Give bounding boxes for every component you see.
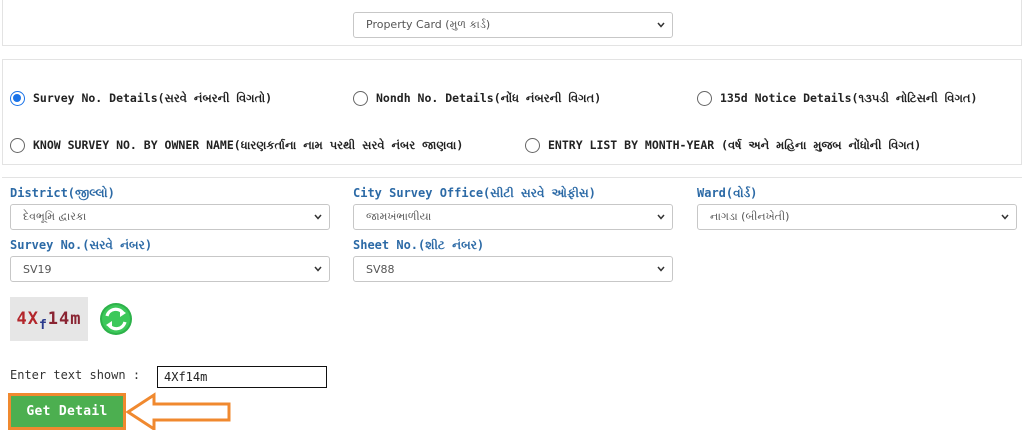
radio-nondh-details-label: Nondh No. Details(નોંધ નંબરની વિગત) xyxy=(376,91,602,105)
radio-135d-notice-label: 135d Notice Details(૧૩૫ડી નોટિસની વિગત) xyxy=(720,91,978,105)
sheet-no-select[interactable]: SV88 xyxy=(353,256,673,282)
city-survey-office-label: City Survey Office(સીટી સરવે ઓફીસ) xyxy=(353,186,596,200)
chevron-down-icon xyxy=(314,214,322,221)
radio-135d-notice[interactable]: 135d Notice Details(૧૩૫ડી નોટિસની વિગત) xyxy=(697,91,977,106)
get-detail-button[interactable]: Get Detail xyxy=(11,396,123,427)
radio-button[interactable] xyxy=(353,91,368,106)
chevron-down-icon xyxy=(314,266,322,273)
sheet-no-label: Sheet No.(શીટ નંબર) xyxy=(353,238,485,252)
district-select[interactable]: દેવભૂમિ દ્વારકા xyxy=(10,204,330,230)
radio-button[interactable] xyxy=(697,91,712,106)
captcha-text-part: 4X xyxy=(16,309,39,329)
ward-value: નાગડા (બીનખેતી) xyxy=(710,210,790,223)
radio-owner-name[interactable]: KNOW SURVEY NO. BY OWNER NAME(ધારણકર્તાન… xyxy=(10,138,463,153)
chevron-down-icon xyxy=(657,266,665,273)
radio-survey-details[interactable]: Survey No. Details(સરવે નંબરની વિગતો) xyxy=(10,91,272,106)
captcha-input[interactable] xyxy=(157,366,327,388)
report-type-select[interactable]: Property Card (મુળ કાર્ડ) xyxy=(353,12,673,38)
captcha-image: 4X f 14m xyxy=(10,297,88,341)
ward-label: Ward(વોર્ડ) xyxy=(697,186,758,200)
chevron-down-icon xyxy=(657,22,665,29)
sheet-no-value: SV88 xyxy=(366,262,395,276)
captcha-text-part: f xyxy=(38,317,48,333)
city-survey-office-select[interactable]: જામખંભાળીયા xyxy=(353,204,673,230)
refresh-icon[interactable] xyxy=(96,298,136,340)
survey-no-value: SV19 xyxy=(23,262,52,276)
chevron-down-icon xyxy=(1001,214,1009,221)
radio-owner-name-label: KNOW SURVEY NO. BY OWNER NAME(ધારણકર્તાન… xyxy=(33,138,464,152)
submit-highlight: Get Detail xyxy=(8,393,126,430)
district-value: દેવભૂમિ દ્વારકા xyxy=(23,210,87,223)
radio-nondh-details[interactable]: Nondh No. Details(નોંધ નંબરની વિગત) xyxy=(353,91,601,106)
pointer-arrow-icon xyxy=(125,392,231,430)
radio-button-checked[interactable] xyxy=(10,91,25,106)
radio-button[interactable] xyxy=(525,138,540,153)
chevron-down-icon xyxy=(657,214,665,221)
city-survey-office-value: જામખંભાળીયા xyxy=(366,210,432,223)
radio-survey-details-label: Survey No. Details(સરવે નંબરની વિગતો) xyxy=(33,91,273,105)
captcha-text-part: 14m xyxy=(47,309,82,329)
ward-select[interactable]: નાગડા (બીનખેતી) xyxy=(697,204,1017,230)
report-type-value: Property Card (મુળ કાર્ડ) xyxy=(366,18,491,31)
district-label: District(જીલ્લો) xyxy=(10,186,115,200)
captcha-prompt: Enter text shown : xyxy=(10,368,141,382)
survey-no-select[interactable]: SV19 xyxy=(10,256,330,282)
radio-button[interactable] xyxy=(10,138,25,153)
survey-no-label: Survey No.(સરવે નંબર) xyxy=(10,238,153,252)
radio-entry-list-label: ENTRY LIST BY MONTH-YEAR (વર્ષ અને મહિના… xyxy=(548,138,922,152)
radio-entry-list[interactable]: ENTRY LIST BY MONTH-YEAR (વર્ષ અને મહિના… xyxy=(525,138,921,153)
